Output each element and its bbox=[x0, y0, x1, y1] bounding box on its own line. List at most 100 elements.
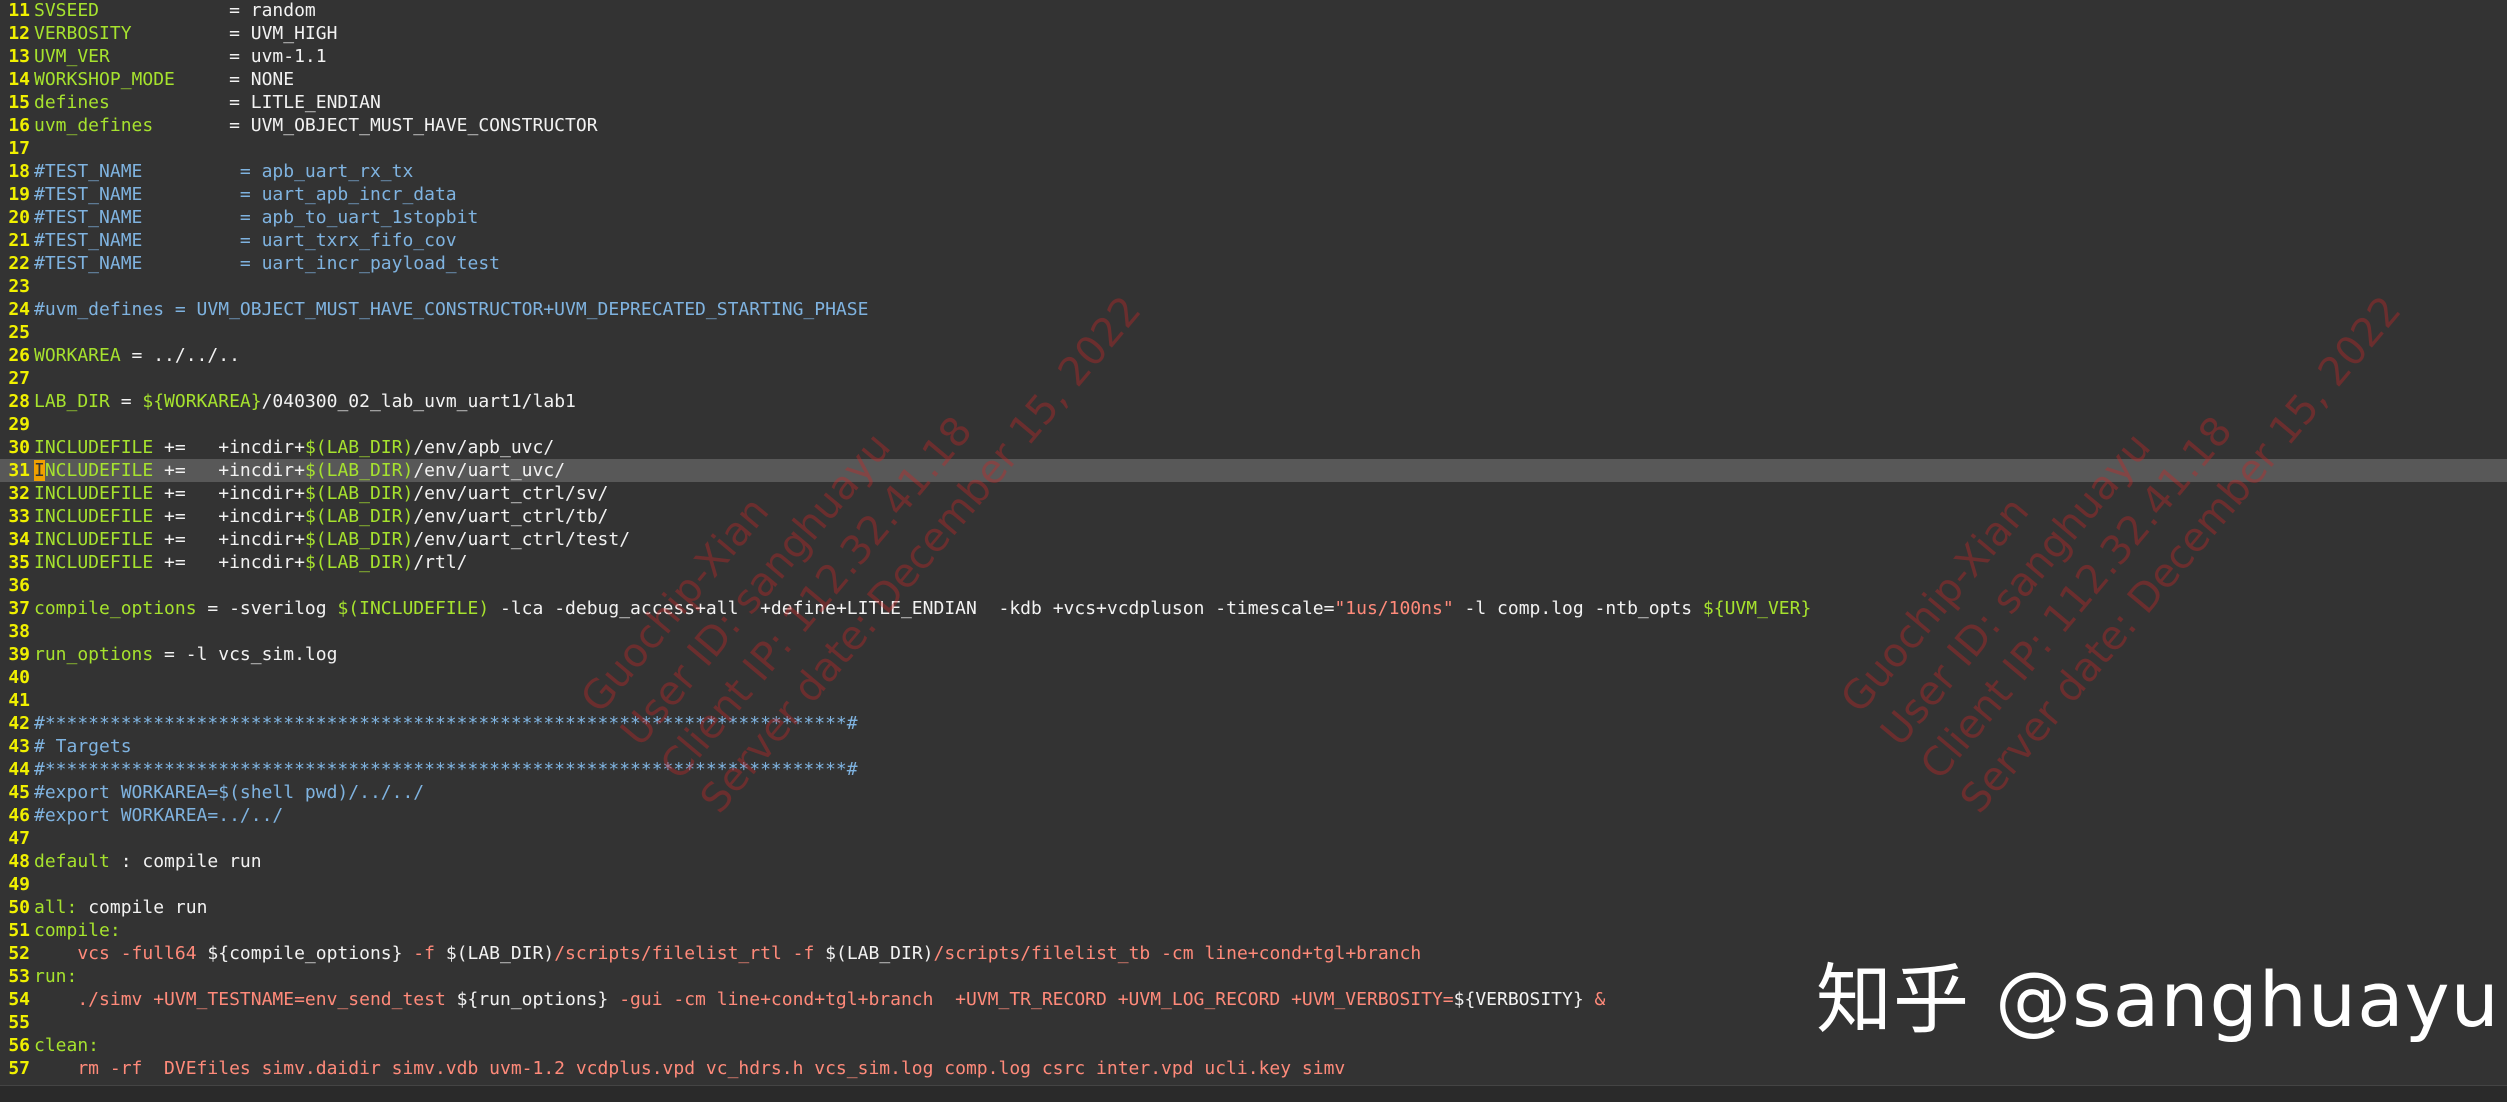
code-token: clean: bbox=[34, 1035, 100, 1056]
line-number: 52 bbox=[8, 943, 30, 964]
code-token: = NONE bbox=[174, 69, 295, 90]
code-token: = UVM_HIGH bbox=[131, 23, 338, 44]
code-line[interactable]: 48 default : compile run bbox=[0, 850, 2507, 873]
line-number: 34 bbox=[8, 529, 30, 550]
line-code: #TEST_NAME = apb_to_uart_1stopbit bbox=[34, 206, 478, 229]
line-code: #TEST_NAME = uart_txrx_fifo_cov bbox=[34, 229, 457, 252]
code-line[interactable]: 20 #TEST_NAME = apb_to_uart_1stopbit bbox=[0, 206, 2507, 229]
line-number: 44 bbox=[8, 759, 30, 780]
line-number: 26 bbox=[8, 345, 30, 366]
line-number: 57 bbox=[8, 1058, 30, 1079]
code-line[interactable]: 24 #uvm_defines = UVM_OBJECT_MUST_HAVE_CO… bbox=[0, 298, 2507, 321]
line-code: #export WORKAREA=../../ bbox=[34, 804, 283, 827]
line-number: 43 bbox=[8, 736, 30, 757]
code-token: /scripts/filelist_tb -cm line+cond+tgl+b… bbox=[933, 943, 1422, 964]
code-line[interactable]: 47 bbox=[0, 827, 2507, 850]
code-line[interactable]: 22 #TEST_NAME = uart_incr_payload_test bbox=[0, 252, 2507, 275]
line-code: UVM_VER = uvm-1.1 bbox=[34, 45, 327, 68]
line-code: #TEST_NAME = uart_incr_payload_test bbox=[34, 252, 500, 275]
code-token: = bbox=[109, 391, 143, 412]
code-line[interactable]: 50 all: compile run bbox=[0, 896, 2507, 919]
code-token: INCLUDEFILE bbox=[34, 552, 154, 573]
line-code: VERBOSITY = UVM_HIGH bbox=[34, 22, 337, 45]
code-token: ${UVM_VER} bbox=[1702, 598, 1812, 619]
code-line[interactable]: 23 bbox=[0, 275, 2507, 298]
code-line[interactable]: 16 uvm_defines = UVM_OBJECT_MUST_HAVE_CON… bbox=[0, 114, 2507, 137]
code-line[interactable]: 44 #*************************************… bbox=[0, 758, 2507, 781]
code-line[interactable]: 45 #export WORKAREA=$(shell pwd)/../../ bbox=[0, 781, 2507, 804]
code-token: $(LAB_DIR) bbox=[445, 943, 555, 964]
line-number: 41 bbox=[8, 690, 30, 711]
code-line[interactable]: 42 #*************************************… bbox=[0, 712, 2507, 735]
line-number: 14 bbox=[8, 69, 30, 90]
code-token: uvm_defines bbox=[34, 115, 154, 136]
code-token: INCLUDEFILE bbox=[34, 437, 154, 458]
code-token: : compile run bbox=[109, 851, 262, 872]
line-code: defines = LITLE_ENDIAN bbox=[34, 91, 381, 114]
line-number: 40 bbox=[8, 667, 30, 688]
code-line[interactable]: 12 VERBOSITY = UVM_HIGH bbox=[0, 22, 2507, 45]
code-token: $(LAB_DIR) bbox=[304, 437, 414, 458]
code-token: = UVM_OBJECT_MUST_HAVE_CONSTRUCTOR bbox=[153, 115, 598, 136]
line-number: 19 bbox=[8, 184, 30, 205]
line-number: 28 bbox=[8, 391, 30, 412]
code-token: /env/uart_ctrl/test/ bbox=[413, 529, 631, 550]
code-line[interactable]: 49 bbox=[0, 873, 2507, 896]
line-code: INCLUDEFILE += +incdir+$(LAB_DIR)/env/ua… bbox=[34, 482, 608, 505]
code-token: #TEST_NAME = uart_apb_incr_data bbox=[34, 184, 457, 205]
code-line[interactable]: 13 UVM_VER = uvm-1.1 bbox=[0, 45, 2507, 68]
code-line[interactable]: 17 bbox=[0, 137, 2507, 160]
line-number: 31 bbox=[8, 460, 30, 481]
line-number: 11 bbox=[8, 0, 30, 21]
code-token: = ../../.. bbox=[120, 345, 240, 366]
code-line[interactable]: 57 rm -rf DVEfiles simv.daidir simv.vdb … bbox=[0, 1057, 2507, 1080]
line-code: #TEST_NAME = apb_uart_rx_tx bbox=[34, 160, 413, 183]
line-code: clean: bbox=[34, 1034, 99, 1057]
code-token: #export WORKAREA=../../ bbox=[34, 805, 284, 826]
line-code: uvm_defines = UVM_OBJECT_MUST_HAVE_CONST… bbox=[34, 114, 598, 137]
code-token: -l comp.log -ntb_opts bbox=[1453, 598, 1703, 619]
line-code: compile: bbox=[34, 919, 121, 942]
line-number: 21 bbox=[8, 230, 30, 251]
line-number: 50 bbox=[8, 897, 30, 918]
line-number: 33 bbox=[8, 506, 30, 527]
code-token: rm -rf DVEfiles simv.daidir simv.vdb uvm… bbox=[34, 1058, 1346, 1079]
code-line[interactable]: 21 #TEST_NAME = uart_txrx_fifo_cov bbox=[0, 229, 2507, 252]
line-number: 38 bbox=[8, 621, 30, 642]
line-number: 13 bbox=[8, 46, 30, 67]
line-code: INCLUDEFILE += +incdir+$(LAB_DIR)/env/ua… bbox=[34, 528, 630, 551]
code-token: defines bbox=[34, 92, 110, 113]
code-line[interactable]: 18 #TEST_NAME = apb_uart_rx_tx bbox=[0, 160, 2507, 183]
code-token: ${run_options} bbox=[456, 989, 609, 1010]
line-number: 36 bbox=[8, 575, 30, 596]
code-line[interactable]: 14 WORKSHOP_MODE = NONE bbox=[0, 68, 2507, 91]
code-token: NCLUDEFILE bbox=[44, 460, 154, 481]
code-line[interactable]: 19 #TEST_NAME = uart_apb_incr_data bbox=[0, 183, 2507, 206]
code-token: ${VERBOSITY} bbox=[1453, 989, 1584, 1010]
line-number: 53 bbox=[8, 966, 30, 987]
code-line[interactable]: 11 SVSEED = random bbox=[0, 0, 2507, 22]
code-line[interactable]: 46 #export WORKAREA=../../ bbox=[0, 804, 2507, 827]
code-token: INCLUDEFILE bbox=[34, 529, 154, 550]
code-token: compile: bbox=[34, 920, 121, 941]
code-line[interactable]: 15 defines = LITLE_ENDIAN bbox=[0, 91, 2507, 114]
code-token: $(LAB_DIR) bbox=[825, 943, 934, 964]
code-token: $(LAB_DIR) bbox=[304, 483, 414, 504]
text-cursor: I bbox=[34, 460, 45, 481]
line-number: 47 bbox=[8, 828, 30, 849]
line-code: #export WORKAREA=$(shell pwd)/../../ bbox=[34, 781, 424, 804]
line-number: 39 bbox=[8, 644, 30, 665]
code-token: SVSEED bbox=[34, 0, 100, 21]
code-token: # Targets bbox=[34, 736, 132, 757]
line-number: 51 bbox=[8, 920, 30, 941]
line-number: 12 bbox=[8, 23, 30, 44]
code-token: -gui -cm line+cond+tgl+branch +UVM_TR_RE… bbox=[608, 989, 1454, 1010]
line-number: 18 bbox=[8, 161, 30, 182]
code-line[interactable]: 43 # Targets bbox=[0, 735, 2507, 758]
code-token: & bbox=[1583, 989, 1606, 1010]
code-line[interactable]: 40 bbox=[0, 666, 2507, 689]
code-token: $(LAB_DIR) bbox=[304, 506, 414, 527]
code-token: compile run bbox=[77, 897, 208, 918]
code-line[interactable]: 41 bbox=[0, 689, 2507, 712]
line-code: all: compile run bbox=[34, 896, 207, 919]
